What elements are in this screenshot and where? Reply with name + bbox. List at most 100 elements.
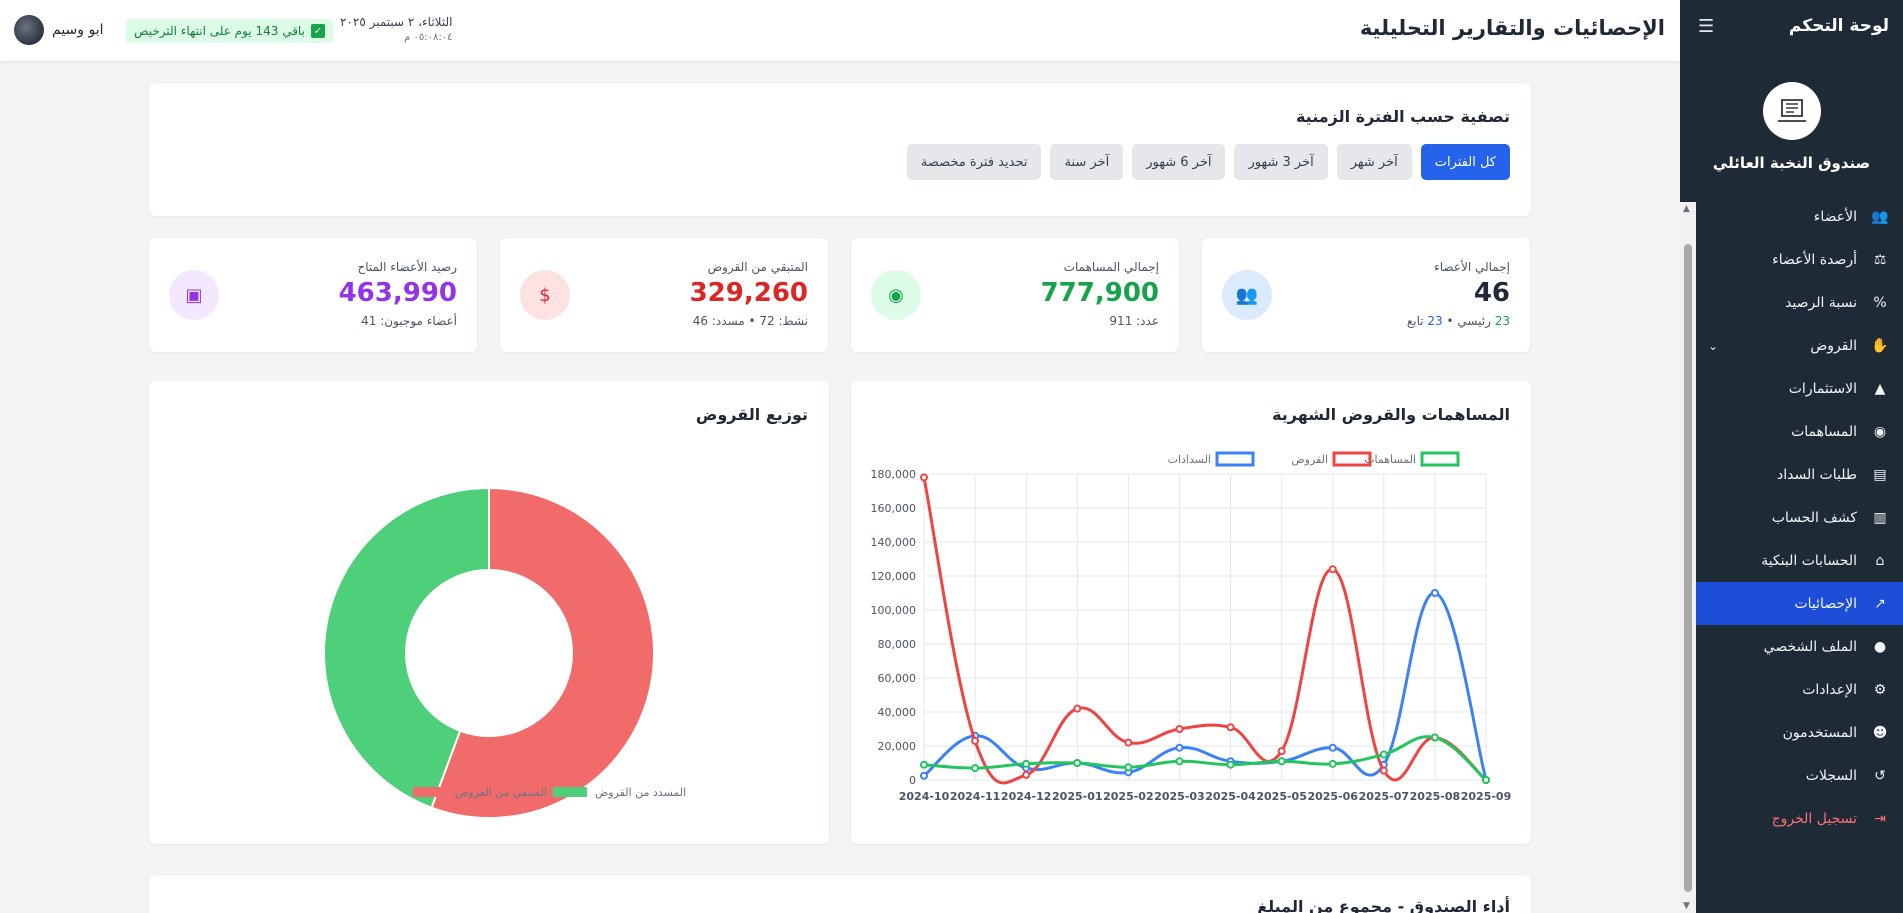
x-tick-label: 2025-08 [1410,790,1461,803]
stat-label: رصيد الأعضاء المتاح [357,260,457,274]
sidebar-item-10[interactable]: ● الملف الشخصي [1696,625,1903,668]
x-tick-label: 2025-09 [1461,790,1512,803]
sidebar-item-label: الاستثمارات [1788,380,1857,397]
logo-emblem-icon [1777,99,1806,122]
fund-brand: صندوق النخبة العائلي [1680,52,1903,202]
sidebar-item-11[interactable]: ⚙ الإعدادات [1696,668,1903,711]
sidebar-item-label: الإعدادات [1802,681,1857,698]
sidebar-scrollbar[interactable]: ▲ ▼ [1680,202,1696,913]
sidebar-item-0[interactable]: 👥 الأعضاء [1696,202,1903,238]
avatar[interactable] [14,15,44,45]
user-menu[interactable]: ابو وسيم [14,15,104,45]
sidebar-item-label: الإحصائيات [1794,595,1857,612]
sidebar-item-5[interactable]: ◉ المساهمات [1696,410,1903,453]
legend-swatch [1420,451,1460,467]
fund-performance-card: أداء الصندوق - مجموع من المبلغ [149,875,1531,913]
hamburger-menu-icon[interactable]: ☰ [1698,16,1714,37]
users-icon: 👥 [1871,208,1889,225]
sidebar-item-12[interactable]: ☻ المستخدمون [1696,711,1903,754]
sidebar-item-13[interactable]: ↺ السجلات [1696,754,1903,797]
sidebar-item-2[interactable]: % نسبة الرصيد [1696,281,1903,324]
y-tick-label: 140,000 [871,536,917,549]
sidebar-item-label: القروض [1810,337,1857,354]
data-point [1073,759,1082,767]
filter-button-1[interactable]: آخر شهر [1336,144,1412,180]
filter-button-4[interactable]: آخر سنة [1050,144,1124,180]
loans-distribution-card: توزيع القروض المتبقي من القروض المسدد من … [149,381,829,844]
data-point [1379,750,1388,759]
legend-label: المسدد من القروض [595,786,686,799]
hand-coin-icon: ✋ [1871,337,1889,354]
sidebar-item-label: تسجيل الخروج [1771,810,1857,827]
fund-name: صندوق النخبة العائلي [1712,154,1871,172]
filter-button-3[interactable]: آخر 6 شهور [1132,144,1226,180]
sidebar-item-6[interactable]: ▤ طلبات السداد [1696,453,1903,496]
sidebar-item-label: السجلات [1805,767,1857,784]
license-badge: ✓ باقي 143 يوم على انتهاء الترخيص [126,19,333,43]
sidebar-item-1[interactable]: ⚖ أرصدة الأعضاء [1696,238,1903,281]
y-tick-label: 40,000 [878,706,917,719]
x-tick-label: 2025-03 [1154,790,1205,803]
x-tick-label: 2025-05 [1256,790,1307,803]
sidebar-item-7[interactable]: ▥ كشف الحساب [1696,496,1903,539]
y-tick-label: 180,000 [871,468,917,481]
sidebar-item-14[interactable]: ⇥ تسجيل الخروج [1696,797,1903,840]
check-icon: ✓ [310,24,325,38]
users-icon: 👥 [1222,270,1272,320]
data-point [1175,743,1184,752]
x-tick-label: 2025-01 [1052,790,1103,803]
stat-card-loans-remaining: المتبقي من القروض 329,260 نشط: 72 • مسدد… [500,238,828,352]
page-title: الإحصائيات والتقارير التحليلية [1359,16,1665,40]
filter-button-0[interactable]: كل الفترات [1420,144,1510,180]
y-tick-label: 20,000 [878,740,917,753]
legend-swatch [413,787,447,797]
legend-label: القروض [1291,453,1328,466]
donut-chart[interactable]: المتبقي من القروض المسدد من القروض [149,381,829,844]
filter-button-2[interactable]: آخر 3 شهور [1234,144,1328,180]
user-name[interactable]: ابو وسيم [52,22,104,38]
x-tick-label: 2025-02 [1103,790,1154,803]
sidebar-item-label: المساهمات [1791,423,1857,440]
x-tick-label: 2024-11 [950,790,1001,803]
sidebar-item-label: كشف الحساب [1771,509,1857,526]
stat-card-available-balance: رصيد الأعضاء المتاح 463,990 أعضاء موجبون… [149,238,477,352]
data-point [1430,733,1439,742]
x-tick-label: 2024-12 [1001,790,1052,803]
x-tick-label: 2025-04 [1205,790,1256,803]
data-point [920,760,928,769]
sidebar-item-label: نسبة الرصيد [1785,294,1857,311]
stat-label: المتبقي من القروض [707,260,808,274]
sidebar-item-9[interactable]: ↗ الإحصائيات [1696,582,1903,625]
data-point [920,473,928,482]
data-point [1226,760,1235,769]
y-tick-label: 60,000 [878,672,917,685]
scrollbar-thumb[interactable] [1684,244,1692,892]
chart-line-icon: ↗ [1874,595,1886,612]
monthly-chart-card: المساهمات والقروض الشهرية 0 20,000 40,000 6… [851,381,1531,844]
legend-swatch [1215,451,1255,467]
sidebar-item-label: أرصدة الأعضاء [1772,251,1857,268]
stat-value: 46 [1473,278,1510,308]
sidebar-item-3[interactable]: ✋ القروض ⌄ [1696,324,1903,367]
coins-icon: ◉ [1873,423,1887,440]
data-point [1124,763,1133,772]
chevron-down-icon[interactable]: ⌄ [1708,339,1718,353]
sidebar-item-label: طلبات السداد [1776,466,1857,483]
scroll-down-icon[interactable]: ▼ [1683,901,1690,911]
license-text: باقي 143 يوم على انتهاء الترخيص [134,24,305,38]
chart-area-icon: ▲ [1874,380,1886,397]
line-chart[interactable]: 0 20,000 40,000 60,000 80,000 100,000 120,000 1… [851,381,1531,844]
bank-icon: ⌂ [1875,552,1885,569]
sidebar-item-4[interactable]: ▲ الاستثمارات [1696,367,1903,410]
data-point [971,764,980,773]
data-point [1022,759,1031,768]
sidebar-item-8[interactable]: ⌂ الحسابات البنكية [1696,539,1903,582]
main-members-label: رئيسي [1457,314,1491,328]
filter-button-5[interactable]: تحديد فترة مخصصة [906,144,1042,180]
sidebar: لوحة التحكم ☰ صندوق النخبة العائلي 👥 الأع… [1680,0,1903,913]
scroll-up-icon[interactable]: ▲ [1683,204,1690,214]
stat-value: 777,900 [1040,278,1159,308]
stat-value: 463,990 [338,278,457,308]
legend-label: المتبقي من القروض [455,786,547,799]
hand-dollar-icon: $ [520,270,570,320]
